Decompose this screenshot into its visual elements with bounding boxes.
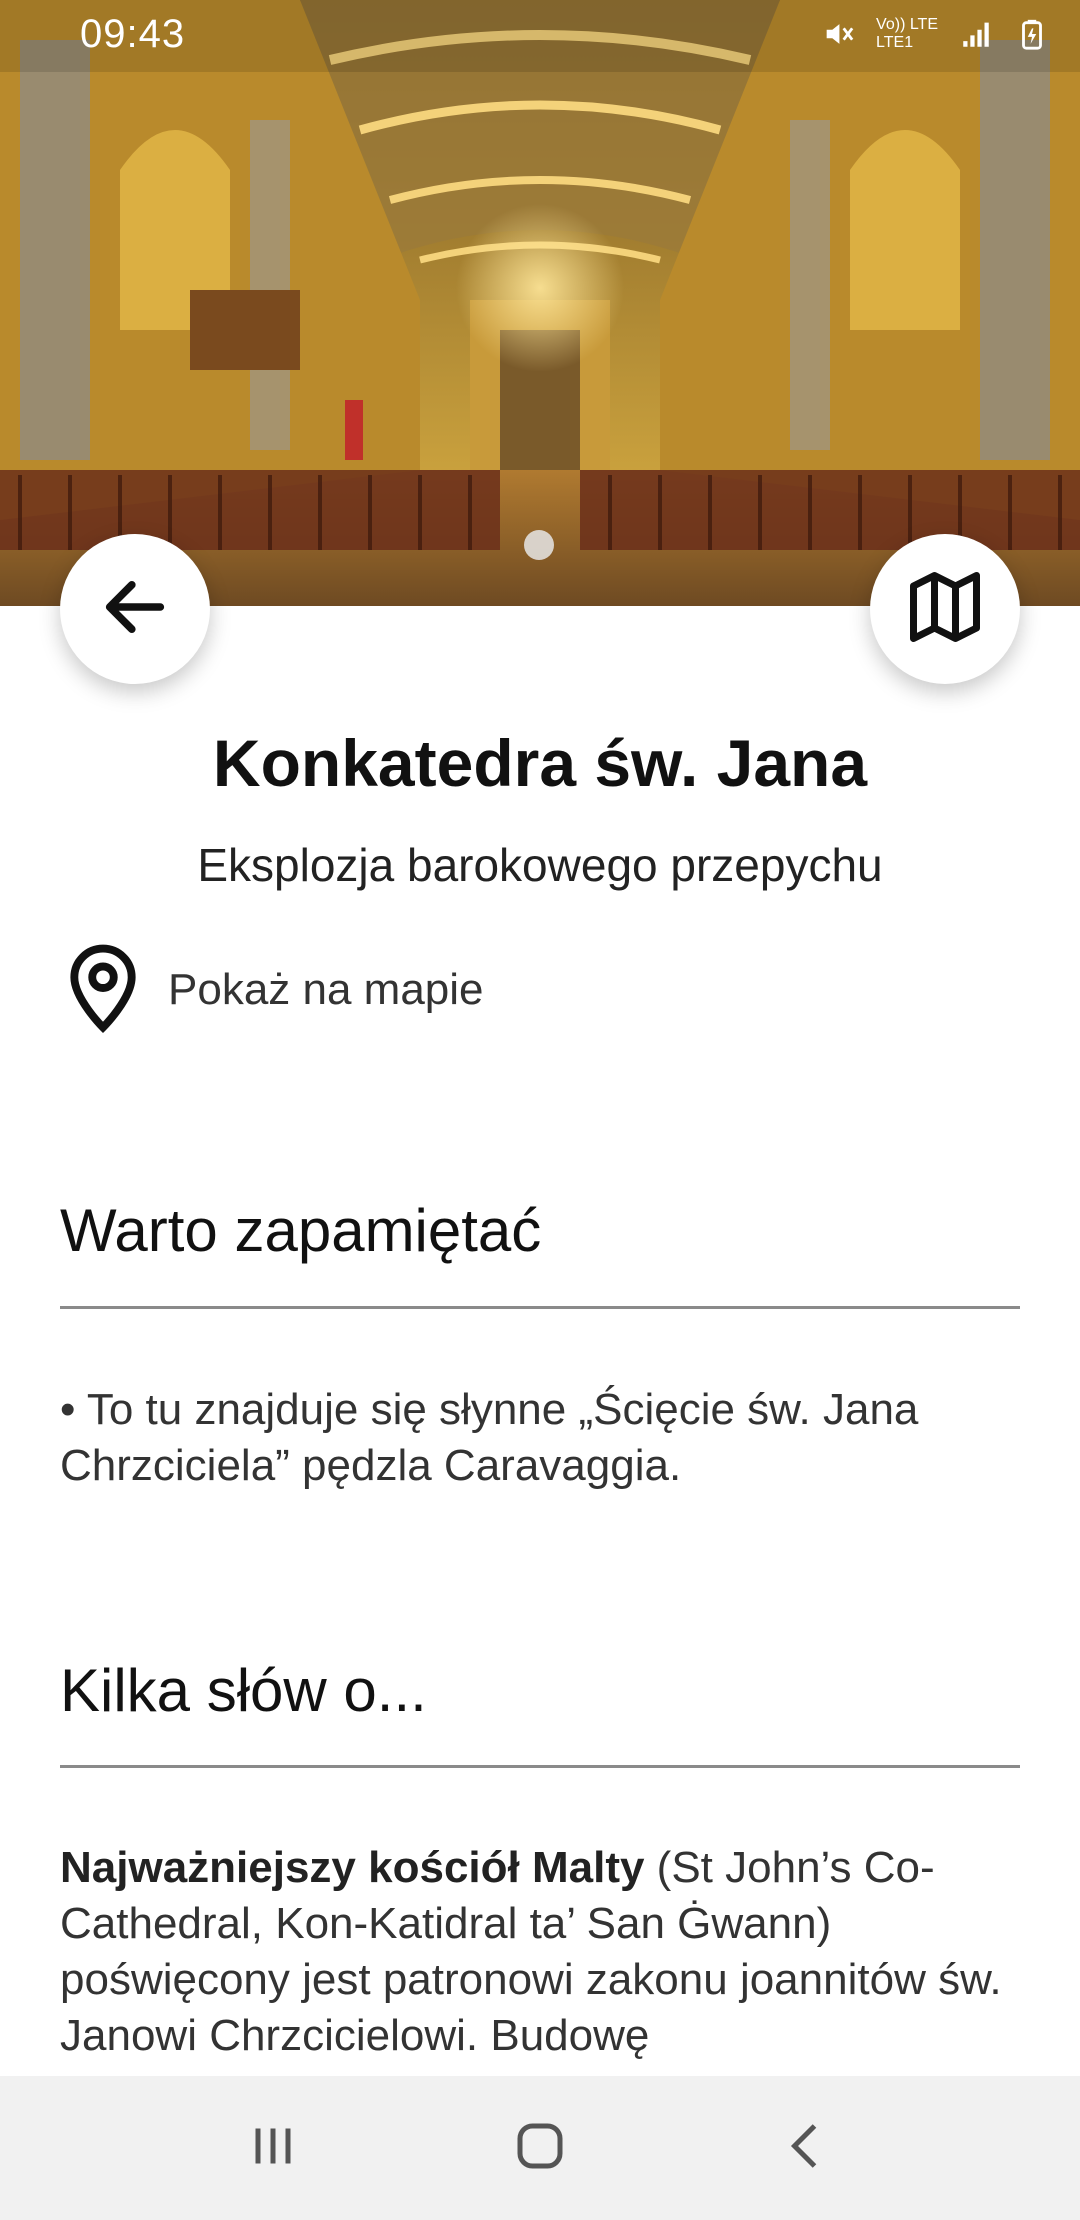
- page-subtitle: Eksplozja barokowego przepychu: [197, 839, 883, 891]
- section-heading-about: Kilka słów o...: [60, 1657, 427, 1724]
- section-divider: [60, 1306, 1020, 1309]
- system-back-button[interactable]: [762, 2103, 852, 2193]
- home-button[interactable]: [495, 2103, 585, 2193]
- location-pin-icon: [60, 940, 146, 1041]
- section-body-remember: • To tu znajduje się słynne „Ścięcie św.…: [60, 1385, 919, 1490]
- signal-icon: [958, 16, 994, 52]
- status-bar: 09:43 Vo)) LTE LTE1: [0, 0, 1080, 72]
- status-icons: Vo)) LTE LTE1: [820, 16, 1050, 52]
- map-button[interactable]: [870, 534, 1020, 684]
- show-on-map-link[interactable]: Pokaż na mapie: [60, 940, 484, 1040]
- back-button[interactable]: [60, 534, 210, 684]
- section-body-about-bold: Najważniejszy kościół Malty: [60, 1843, 645, 1892]
- section-body-about: Najważniejszy kościół Malty (St John’s C…: [60, 1840, 1020, 2064]
- page-title: Konkatedra św. Jana: [212, 726, 868, 800]
- status-time: 09:43: [80, 12, 186, 56]
- recent-apps-button[interactable]: [228, 2103, 318, 2193]
- network-label-top: Vo)) LTE: [876, 16, 938, 33]
- cathedral-illustration: [0, 0, 1080, 606]
- show-on-map-label: Pokaż na mapie: [168, 965, 484, 1014]
- network-label: Vo)) LTE LTE1: [876, 16, 938, 52]
- mute-icon: [820, 16, 856, 52]
- arrow-left-icon: [97, 569, 173, 650]
- home-icon: [510, 2116, 570, 2181]
- network-label-bottom: LTE1: [876, 34, 914, 51]
- chevron-left-icon: [777, 2116, 837, 2181]
- hero-image[interactable]: [0, 0, 1080, 606]
- map-icon: [903, 565, 987, 654]
- recent-apps-icon: [243, 2116, 303, 2181]
- battery-icon: [1014, 16, 1050, 52]
- section-heading-remember: Warto zapamiętać: [60, 1197, 542, 1264]
- navigation-bar: [0, 2076, 1080, 2220]
- section-divider: [60, 1765, 1020, 1768]
- page-indicator-dot: [524, 530, 554, 560]
